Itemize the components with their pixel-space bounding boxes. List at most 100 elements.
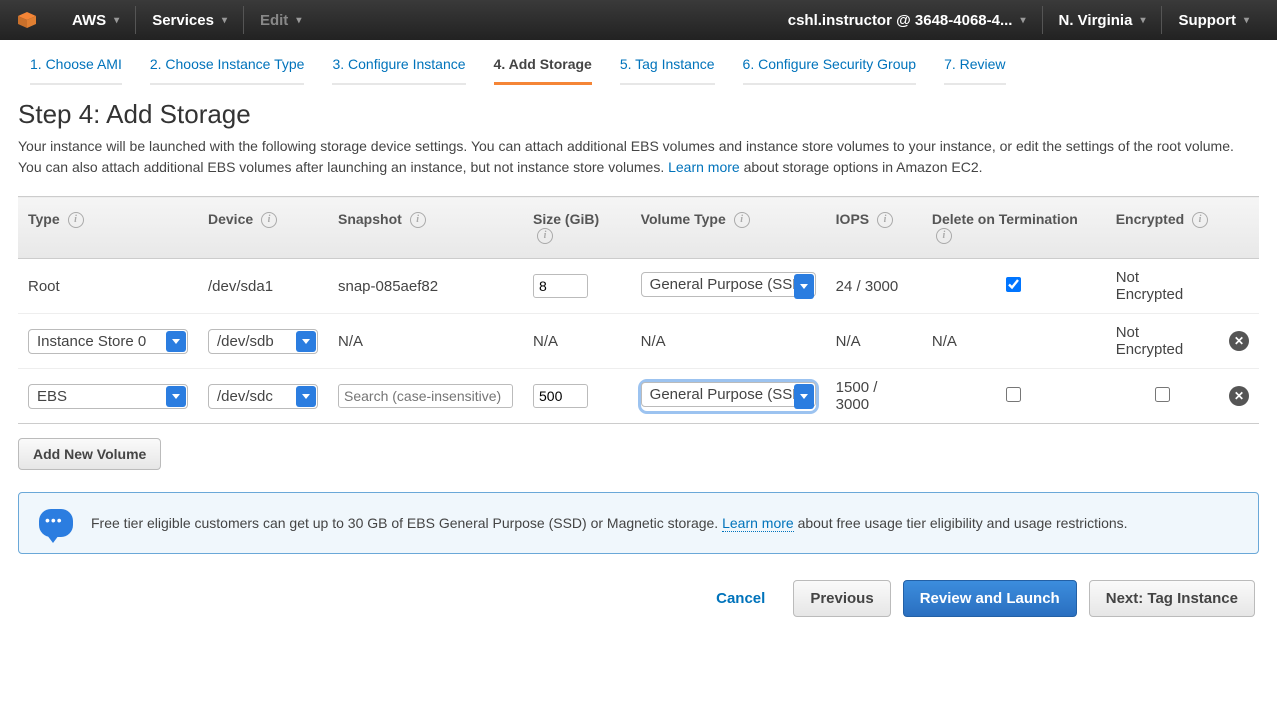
type-select[interactable]: EBS — [28, 384, 188, 409]
tab-choose-ami[interactable]: 1. Choose AMI — [30, 56, 122, 85]
table-row: Instance Store 0 /dev/sdb N/A N/A N/A N/… — [18, 314, 1259, 369]
speech-bubble-icon — [39, 509, 73, 537]
col-encrypted-label: Encrypted — [1116, 211, 1184, 227]
cell-encrypted — [1106, 369, 1219, 424]
wizard-tabs: 1. Choose AMI 2. Choose Instance Type 3.… — [0, 40, 1277, 85]
cell-delete — [922, 259, 1106, 314]
separator — [243, 6, 244, 34]
tab-add-storage[interactable]: 4. Add Storage — [494, 56, 592, 85]
cell-encrypted: Not Encrypted — [1106, 259, 1219, 314]
table-row: EBS /dev/sdc General Purpose (SSD) 1500 … — [18, 369, 1259, 424]
device-select[interactable]: /dev/sdc — [208, 384, 318, 409]
tab-choose-instance-type[interactable]: 2. Choose Instance Type — [150, 56, 305, 85]
info-icon[interactable]: i — [877, 212, 893, 228]
cell-voltype: General Purpose (SSD) — [631, 369, 826, 424]
info-text-1: Free tier eligible customers can get up … — [91, 515, 722, 531]
type-select[interactable]: Instance Store 0 — [28, 329, 188, 354]
cell-snapshot: N/A — [328, 314, 523, 369]
tab-tag-instance[interactable]: 5. Tag Instance — [620, 56, 715, 85]
nav-services-label: Services — [152, 12, 214, 29]
chevron-down-icon: ▾ — [114, 15, 119, 26]
col-snapshot: Snapshot i — [328, 197, 523, 259]
col-voltype-label: Volume Type — [641, 211, 726, 227]
nav-region-label: N. Virginia — [1059, 12, 1133, 29]
add-new-volume-button[interactable]: Add New Volume — [18, 438, 161, 470]
cell-encrypted: Not Encrypted — [1106, 314, 1219, 369]
col-size: Size (GiB) i — [523, 197, 631, 259]
device-select[interactable]: /dev/sdb — [208, 329, 318, 354]
nav-edit[interactable]: Edit▾ — [246, 0, 315, 40]
storage-table: Type i Device i Snapshot i Size (GiB) i … — [18, 196, 1259, 424]
chevron-down-icon: ▾ — [1020, 15, 1025, 26]
nav-support[interactable]: Support▾ — [1164, 0, 1263, 40]
col-iops: IOPS i — [826, 197, 922, 259]
info-text: Free tier eligible customers can get up … — [91, 513, 1128, 533]
col-delete-label: Delete on Termination — [932, 211, 1078, 227]
remove-volume-button[interactable]: ✕ — [1229, 331, 1249, 351]
col-encrypted: Encrypted i — [1106, 197, 1219, 259]
cell-remove: ✕ — [1219, 369, 1259, 424]
delete-on-termination-checkbox[interactable] — [1006, 277, 1021, 292]
col-snapshot-label: Snapshot — [338, 211, 402, 227]
nav-support-label: Support — [1178, 12, 1236, 29]
cell-iops: N/A — [826, 314, 922, 369]
separator — [1042, 6, 1043, 34]
encrypted-checkbox[interactable] — [1155, 387, 1170, 402]
col-type: Type i — [18, 197, 198, 259]
nav-account[interactable]: cshl.instructor @ 3648-4068-4...▾ — [774, 0, 1040, 40]
top-nav: AWS▾ Services▾ Edit▾ cshl.instructor @ 3… — [0, 0, 1277, 40]
main-content: Step 4: Add Storage Your instance will b… — [0, 85, 1277, 631]
footer-buttons: Cancel Previous Review and Launch Next: … — [18, 580, 1259, 617]
desc-text-2: about storage options in Amazon EC2. — [740, 159, 983, 175]
tab-review[interactable]: 7. Review — [944, 56, 1005, 85]
col-size-label: Size (GiB) — [533, 211, 599, 227]
size-input[interactable] — [533, 274, 588, 298]
info-icon[interactable]: i — [936, 228, 952, 244]
nav-region[interactable]: N. Virginia▾ — [1045, 0, 1160, 40]
remove-volume-button[interactable]: ✕ — [1229, 386, 1249, 406]
cell-size — [523, 369, 631, 424]
page-description: Your instance will be launched with the … — [18, 136, 1238, 178]
cell-iops: 1500 / 3000 — [826, 369, 922, 424]
cell-size: N/A — [523, 314, 631, 369]
cell-device: /dev/sdc — [198, 369, 328, 424]
nav-edit-label: Edit — [260, 12, 288, 29]
col-delete: Delete on Termination i — [922, 197, 1106, 259]
nav-aws-label: AWS — [72, 12, 106, 29]
info-text-2: about free usage tier eligibility and us… — [794, 515, 1128, 531]
cell-size — [523, 259, 631, 314]
aws-logo-icon[interactable] — [14, 7, 40, 33]
info-learn-more-link[interactable]: Learn more — [722, 515, 794, 532]
free-tier-info-box: Free tier eligible customers can get up … — [18, 492, 1259, 554]
col-voltype: Volume Type i — [631, 197, 826, 259]
desc-text-1: Your instance will be launched with the … — [18, 138, 1234, 175]
tab-configure-instance[interactable]: 3. Configure Instance — [332, 56, 465, 85]
size-input[interactable] — [533, 384, 588, 408]
cell-device: /dev/sda1 — [198, 259, 328, 314]
desc-learn-more-link[interactable]: Learn more — [668, 159, 740, 175]
col-actions — [1219, 197, 1259, 259]
info-icon[interactable]: i — [734, 212, 750, 228]
cancel-button[interactable]: Cancel — [700, 581, 781, 616]
snapshot-search-input[interactable] — [338, 384, 513, 408]
cell-delete — [922, 369, 1106, 424]
tab-configure-security-group[interactable]: 6. Configure Security Group — [743, 56, 917, 85]
info-icon[interactable]: i — [1192, 212, 1208, 228]
info-icon[interactable]: i — [410, 212, 426, 228]
separator — [135, 6, 136, 34]
info-icon[interactable]: i — [68, 212, 84, 228]
cell-voltype: General Purpose (SSD) — [631, 259, 826, 314]
review-and-launch-button[interactable]: Review and Launch — [903, 580, 1077, 617]
page-title: Step 4: Add Storage — [18, 99, 1259, 130]
voltype-select[interactable]: General Purpose (SSD) — [641, 382, 816, 407]
cell-iops: 24 / 3000 — [826, 259, 922, 314]
nav-services[interactable]: Services▾ — [138, 0, 241, 40]
info-icon[interactable]: i — [261, 212, 277, 228]
next-button[interactable]: Next: Tag Instance — [1089, 580, 1255, 617]
info-icon[interactable]: i — [537, 228, 553, 244]
voltype-select[interactable]: General Purpose (SSD) — [641, 272, 816, 297]
previous-button[interactable]: Previous — [793, 580, 890, 617]
nav-aws[interactable]: AWS ▾ — [58, 0, 133, 40]
delete-on-termination-checkbox[interactable] — [1006, 387, 1021, 402]
cell-type: Root — [18, 259, 198, 314]
